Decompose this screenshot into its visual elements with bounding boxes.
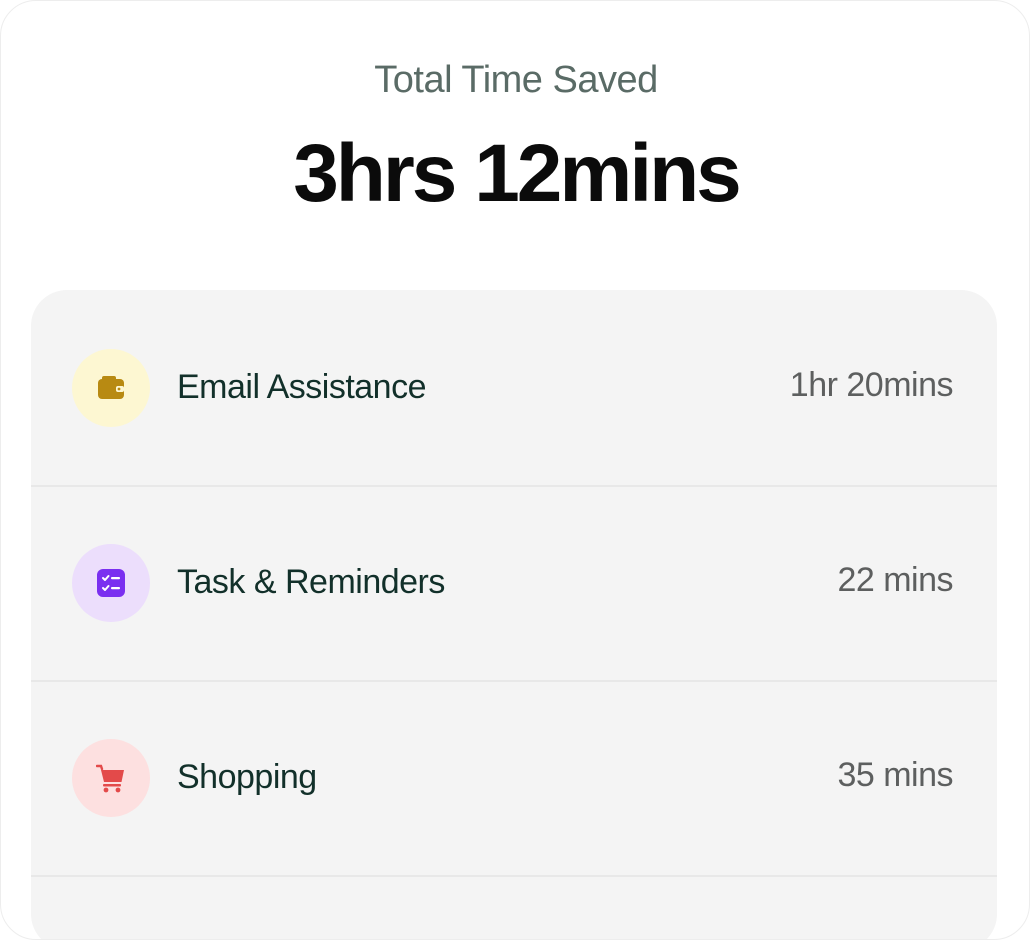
time-saved-card: Total Time Saved 3hrs 12mins Email Assis… — [0, 0, 1030, 940]
checklist-icon — [97, 569, 125, 597]
list-item-task-reminders[interactable]: Task & Reminders 22 mins — [31, 485, 997, 682]
list-item-email-assistance[interactable]: Email Assistance 1hr 20mins — [31, 290, 997, 487]
card-subtitle: Total Time Saved — [374, 59, 658, 101]
item-value: 1hr 20mins — [789, 366, 954, 404]
total-time-saved: 3hrs 12mins — [293, 128, 742, 219]
shopping-icon-badge — [72, 739, 150, 817]
item-label: Task & Reminders — [177, 563, 445, 601]
item-value: 22 mins — [837, 561, 953, 599]
item-label: Shopping — [177, 758, 317, 796]
item-value: 35 mins — [837, 756, 953, 794]
item-label: Email Assistance — [177, 368, 427, 406]
list-item-shopping[interactable]: Shopping 35 mins — [31, 680, 997, 877]
wallet-icon — [98, 376, 124, 399]
breakdown-list: Email Assistance 1hr 20mins Task & Remin… — [31, 290, 997, 939]
email-assistance-icon-badge — [72, 349, 150, 427]
task-reminders-icon-badge — [72, 544, 150, 622]
cart-icon — [96, 764, 124, 793]
